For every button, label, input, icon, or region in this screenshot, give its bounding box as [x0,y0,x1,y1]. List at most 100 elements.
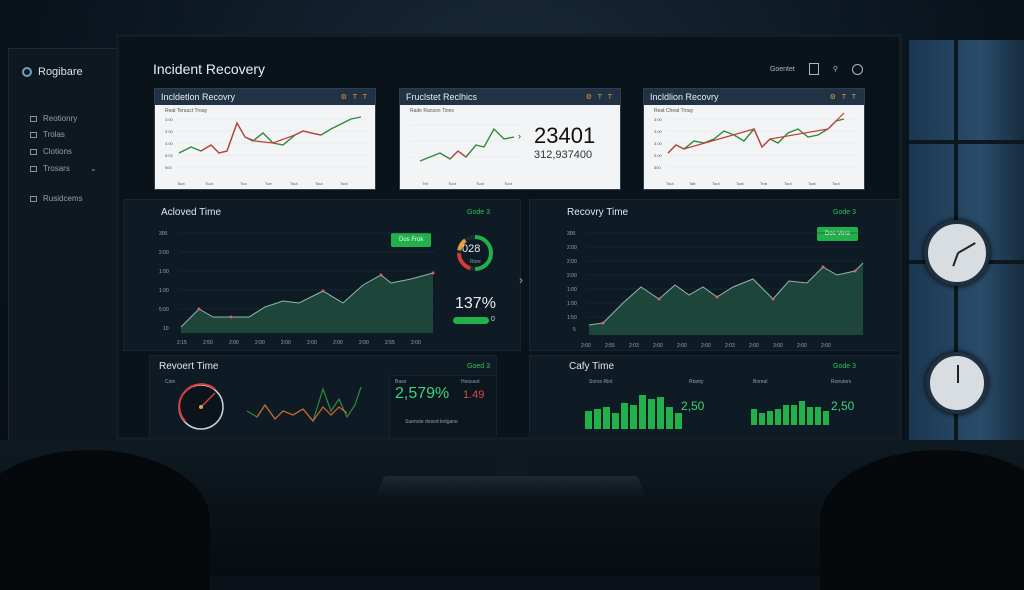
panel-title: Revoert Time [159,361,219,372]
x-tick: Trat [760,181,768,186]
y-tick: 3:00 [165,117,174,122]
y-tick: 2:00 [159,250,169,256]
card-incident-recovery-2: Incldlion Recovry ⚙ T T Reat Cheat Troay … [643,88,865,190]
bar-chart-a [585,395,682,429]
header-actions: Goentet ⚲ [770,63,863,75]
x-tick: Tuo [240,181,248,186]
x-tick: 2:00 [281,340,291,346]
x-tick: Tour [315,181,323,186]
legend-c: Boreal [753,379,768,385]
link-icon[interactable]: ⚲ [833,65,838,73]
panel-link[interactable]: Gode 3 [467,209,490,216]
chevron-right-icon[interactable]: › [519,273,523,287]
x-tick: Tuot [448,181,457,186]
sidebar-item-2[interactable]: Trolas [30,130,65,139]
panel-title: Cafy Time [569,361,615,372]
y-tick: 300 [567,231,576,237]
y-tick: 1:00 [159,269,169,275]
document-icon[interactable] [808,63,819,75]
big-number-sub: 312,937400 [534,149,593,161]
x-tick: Tout [290,181,298,186]
revert-percent: 2,579% [395,385,450,402]
panel-link[interactable]: Gode 3 [833,363,856,370]
legend-b: Rtanty [689,379,704,385]
legend-d: Ronutors [831,379,852,385]
x-tick: 2:00 [333,340,343,346]
x-tick: Tout [177,181,185,186]
arrow-icon: › [518,131,521,141]
folder-icon [30,165,37,172]
x-tick: 2:00 [797,343,807,349]
x-tick: 2:00 [701,343,711,349]
y-tick: 10 [163,326,169,332]
x-tick: 2:55 [385,340,395,346]
x-tick: Tout [666,181,674,186]
dial-label: Coin [165,379,176,385]
x-tick: 2:00 [749,343,759,349]
legend-red: Hoosaot [461,379,480,385]
y-tick: 3:00 [654,129,663,134]
x-tick: Tout [832,181,840,186]
x-tick: Tout [712,181,720,186]
sidebar-item-5[interactable]: Rusidcems [30,194,83,203]
x-tick: 2:50 [203,340,213,346]
y-tick: 1:00 [567,301,577,307]
y-tick: 500 [654,165,661,170]
y-tick: 5:00 [654,153,663,158]
progress-pill [453,317,489,324]
y-tick: 5 [573,327,576,333]
list-icon [30,115,37,122]
card-incident-metrics: Fruclstet Reclhics ⚙ T T Rade Ranson Tion… [399,88,621,190]
card-tools-icon[interactable]: ⚙ T T [586,93,614,101]
settings-icon [30,195,37,202]
logo-text: Rogibare [38,66,83,78]
y-tick: 1:00 [159,288,169,294]
monitor-base [375,476,647,499]
x-tick: 2:00 [581,343,591,349]
x-tick: 2:03 [725,343,735,349]
x-tick: Tatt [689,181,696,186]
y-tick: 2:00 [567,259,577,265]
x-tick: Tuot [476,181,485,186]
x-tick: 2:00 [653,343,663,349]
account-label[interactable]: Goentet [770,66,795,73]
revert-red-value: 1.49 [463,389,485,401]
big-number: 23401 [534,123,596,148]
sidebar-item-1[interactable]: Reotionry [30,114,77,123]
x-tick: Tout [784,181,792,186]
x-tick: Tuot [504,181,513,186]
y-tick: 3.00 [165,129,174,134]
x-tick: Tout [340,181,348,186]
panel-link[interactable]: Goed 3 [467,363,490,370]
sidebar-item-3[interactable]: Clotions [30,147,72,156]
x-tick: 2:15 [177,340,187,346]
y-tick: 6:03 [165,153,174,158]
card-tools-icon[interactable]: ⚙ T T [341,93,369,101]
gauge-value: 028 [462,243,481,255]
sidebar-item-4[interactable]: Trosars ⌄ [30,164,97,173]
logo-icon [22,67,32,77]
wave-chart [246,386,362,423]
clock-icon [30,148,37,155]
pill-value: 0 [491,316,495,323]
side-screen [8,48,118,442]
sidebar-logo[interactable]: Rogibare [22,66,83,78]
panel-title: Recovry Time [567,207,629,218]
y-tick: 1:50 [567,315,577,321]
card-tools-icon[interactable]: ⚙ T T [830,93,858,101]
x-tick: 3:00 [773,343,783,349]
card-title: Fruclstet Reclhics [406,92,478,102]
user-icon[interactable] [852,63,863,75]
panel-title: Acloved Time [161,207,222,218]
y-tick: 500 [165,165,172,170]
x-tick: Tuot [205,181,214,186]
page-title: Incident Recovery [153,61,266,77]
card-title: Incldlion Recovry [650,92,719,102]
x-tick: 2:00 [821,343,831,349]
y-tick: 2:00 [567,273,577,279]
x-tick: 2:00 [229,340,239,346]
chevron-down-icon: ⌄ [89,164,97,173]
x-tick: 2:00 [359,340,369,346]
panel-link[interactable]: Gode 3 [833,209,856,216]
x-tick: Trtt [422,181,429,186]
